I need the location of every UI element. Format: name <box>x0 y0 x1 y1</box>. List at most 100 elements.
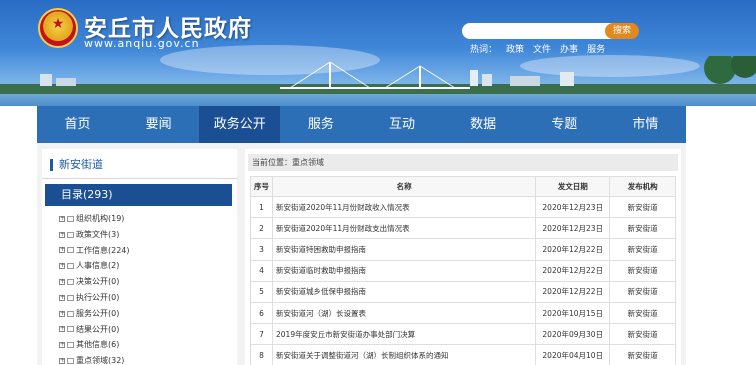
tree-item[interactable]: + 工作信息(224) <box>59 243 130 259</box>
nav-item-interaction[interactable]: 互动 <box>362 106 443 143</box>
tree-item-label[interactable]: 结果公开(0) <box>76 322 119 338</box>
document-link[interactable]: 2019年度安丘市新安街道办事处部门决算 <box>271 323 537 346</box>
site-url: www.anqiu.gov.cn <box>84 37 200 50</box>
document-link[interactable]: 新安街道河（湖）长设置表 <box>271 301 537 325</box>
column-header-publisher: 发布机构 <box>609 176 676 197</box>
expand-icon[interactable]: + <box>59 342 65 349</box>
publish-date: 2020年10月15日 <box>535 301 611 325</box>
hot-word-link[interactable]: 政策 <box>506 42 524 55</box>
row-number: 3 <box>250 238 273 261</box>
sidebar: 新安街道 目录(293) + 组织机构(19) + 政策文件(3) + 工作信息(22… <box>42 149 237 365</box>
expand-icon[interactable]: + <box>59 358 65 365</box>
table-row: 2 新安街道2020年11月份财政支出情况表 2020年12月23日 新安街道 <box>250 217 676 240</box>
publisher: 新安街道 <box>609 301 676 325</box>
document-table: 序号 名称 发文日期 发布机构 1 新安街道2020年11月份财政收入情况表 2… <box>250 176 676 365</box>
column-header-number: 序号 <box>250 176 273 197</box>
main-panel: 当前位置：重点领域 序号 名称 发文日期 发布机构 1 新安街道2020年11月… <box>245 149 681 365</box>
table-row: 3 新安街道特困救助申报指南 2020年12月22日 新安街道 <box>250 238 676 261</box>
document-link[interactable]: 新安街道城乡低保申报指南 <box>271 280 537 303</box>
table-row: 1 新安街道2020年11月份财政收入情况表 2020年12月23日 新安街道 <box>250 195 676 219</box>
tree-item[interactable]: + 其他信息(6) <box>59 337 130 353</box>
publisher: 新安街道 <box>609 238 676 261</box>
nav-item-services[interactable]: 服务 <box>280 106 361 143</box>
nav-item-city-info[interactable]: 市情 <box>605 106 686 143</box>
sidebar-title: 新安街道 <box>50 159 103 171</box>
publish-date: 2020年12月22日 <box>535 259 611 282</box>
tree-item[interactable]: + 结果公开(0) <box>59 322 130 338</box>
document-link[interactable]: 新安街道关于调整街道河（湖）长制组织体系的通知 <box>271 344 537 365</box>
tree-item-label[interactable]: 执行公开(0) <box>76 290 119 306</box>
tree-item-label[interactable]: 人事信息(2) <box>76 258 119 274</box>
breadcrumb: 当前位置：重点领域 <box>248 154 678 171</box>
publisher: 新安街道 <box>609 344 676 365</box>
expand-icon[interactable]: + <box>59 326 65 333</box>
folder-icon <box>67 358 74 365</box>
expand-icon[interactable]: + <box>59 215 65 222</box>
nav-item-open-government[interactable]: 政务公开 <box>199 106 281 143</box>
tree-item[interactable]: + 决策公开(0) <box>59 274 130 290</box>
table-row: 4 新安街道临时救助申报指南 2020年12月22日 新安街道 <box>250 259 676 282</box>
document-link[interactable]: 新安街道临时救助申报指南 <box>271 259 537 282</box>
expand-icon[interactable]: + <box>59 310 65 317</box>
folder-icon <box>67 310 74 317</box>
expand-icon[interactable]: + <box>59 279 65 286</box>
expand-icon[interactable]: + <box>59 263 65 270</box>
nav-item-data[interactable]: 数据 <box>443 106 524 143</box>
expand-icon[interactable]: + <box>59 231 65 238</box>
tree-item-label[interactable]: 其他信息(6) <box>76 337 119 353</box>
tree-item-label[interactable]: 重点领域(32) <box>76 353 124 365</box>
document-link[interactable]: 新安街道2020年11月份财政支出情况表 <box>271 217 537 240</box>
table-row: 7 2019年度安丘市新安街道办事处部门决算 2020年09月30日 新安街道 <box>250 323 676 346</box>
table-row: 6 新安街道河（湖）长设置表 2020年10月15日 新安街道 <box>250 301 676 325</box>
tree-item-label[interactable]: 决策公开(0) <box>76 274 119 290</box>
publisher: 新安街道 <box>609 259 676 282</box>
water-decoration <box>0 94 756 106</box>
hot-word-link[interactable]: 服务 <box>587 42 605 55</box>
publish-date: 2020年04月10日 <box>535 344 611 365</box>
folder-icon <box>67 215 74 222</box>
tree-item[interactable]: + 政策文件(3) <box>59 227 130 243</box>
folder-icon <box>67 279 74 286</box>
nav-item-news[interactable]: 要闻 <box>118 106 199 143</box>
hot-words-label: 热词： <box>470 45 498 55</box>
tree-item-label[interactable]: 服务公开(0) <box>76 306 119 322</box>
column-header-date: 发文日期 <box>535 176 611 197</box>
publish-date: 2020年12月22日 <box>535 280 611 303</box>
publish-date: 2020年12月23日 <box>535 217 611 240</box>
folder-icon <box>67 263 74 270</box>
publish-date: 2020年12月23日 <box>535 195 611 219</box>
table-header-row: 序号 名称 发文日期 发布机构 <box>250 176 676 197</box>
document-link[interactable]: 新安街道特困救助申报指南 <box>271 238 537 261</box>
table-row: 8 新安街道关于调整街道河（湖）长制组织体系的通知 2020年04月10日 新安… <box>250 344 676 365</box>
tree-item[interactable]: + 重点领域(32) <box>59 353 130 365</box>
tree-item-label[interactable]: 组织机构(19) <box>76 211 124 227</box>
publisher: 新安街道 <box>609 280 676 303</box>
nav-item-topics[interactable]: 专题 <box>524 106 605 143</box>
folder-icon <box>67 231 74 238</box>
expand-icon[interactable]: + <box>59 294 65 301</box>
folder-icon <box>67 294 74 301</box>
row-number: 4 <box>250 259 273 282</box>
hot-word-link[interactable]: 文件 <box>533 42 551 55</box>
search-button[interactable]: 搜索 <box>605 23 639 39</box>
tree-item[interactable]: + 执行公开(0) <box>59 290 130 306</box>
main-nav: 首页 要闻 政务公开 服务 互动 数据 专题 市情 <box>37 106 686 143</box>
tree-item[interactable]: + 服务公开(0) <box>59 306 130 322</box>
document-link[interactable]: 新安街道2020年11月份财政收入情况表 <box>271 195 537 219</box>
publisher: 新安街道 <box>609 217 676 240</box>
row-number: 2 <box>250 217 273 240</box>
directory-tree: + 组织机构(19) + 政策文件(3) + 工作信息(224) + 人事信息(2) +… <box>59 211 130 365</box>
nav-item-home[interactable]: 首页 <box>37 106 118 143</box>
tree-item[interactable]: + 组织机构(19) <box>59 211 130 227</box>
hot-word-link[interactable]: 办事 <box>560 42 578 55</box>
column-header-name: 名称 <box>271 176 537 197</box>
row-number: 1 <box>250 195 273 219</box>
directory-header[interactable]: 目录(293) <box>45 184 232 206</box>
row-number: 7 <box>250 323 273 346</box>
sidebar-divider <box>42 178 237 179</box>
tree-item-label[interactable]: 工作信息(224) <box>76 243 130 259</box>
tree-item-label[interactable]: 政策文件(3) <box>76 227 119 243</box>
tree-item[interactable]: + 人事信息(2) <box>59 258 130 274</box>
national-emblem-icon: ★ <box>38 8 78 48</box>
expand-icon[interactable]: + <box>59 247 65 254</box>
